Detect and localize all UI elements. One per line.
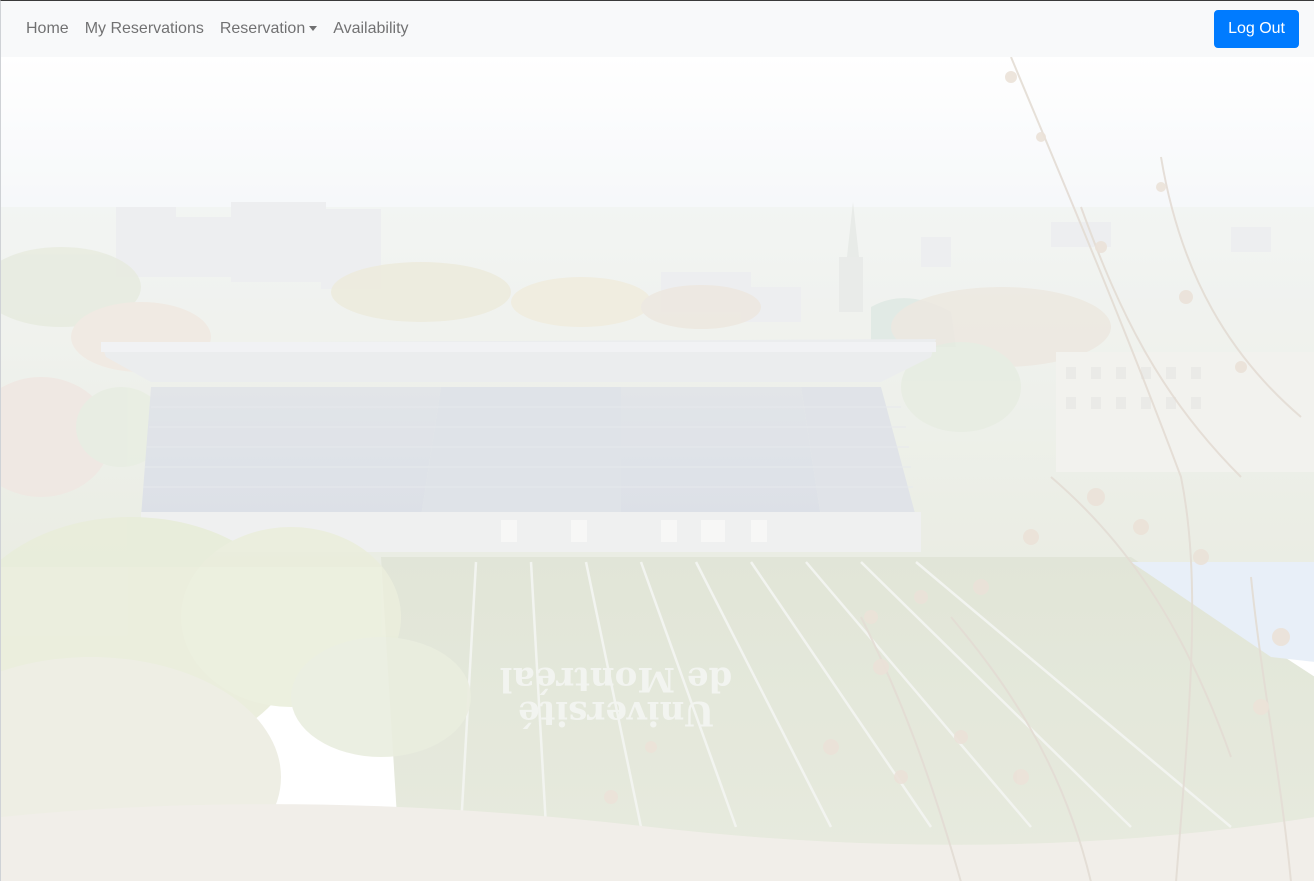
logout-button[interactable]: Log Out	[1214, 10, 1299, 48]
hero-background-image: Université de Montréal	[1, 57, 1314, 881]
nav-reservation-label: Reservation	[219, 20, 306, 37]
top-navbar: Home My Reservations Reservation Availab…	[1, 1, 1314, 57]
page: Home My Reservations Reservation Availab…	[0, 0, 1314, 881]
caret-down-icon	[309, 25, 318, 31]
nav-reservation-dropdown[interactable]: Reservation	[212, 9, 325, 49]
nav-my-reservations-link[interactable]: My Reservations	[77, 9, 212, 49]
nav-links: Home My Reservations Reservation Availab…	[18, 9, 417, 49]
nav-availability-link[interactable]: Availability	[325, 9, 416, 49]
nav-home-link[interactable]: Home	[18, 9, 77, 49]
stadium-photo: Université de Montréal	[1, 57, 1314, 881]
